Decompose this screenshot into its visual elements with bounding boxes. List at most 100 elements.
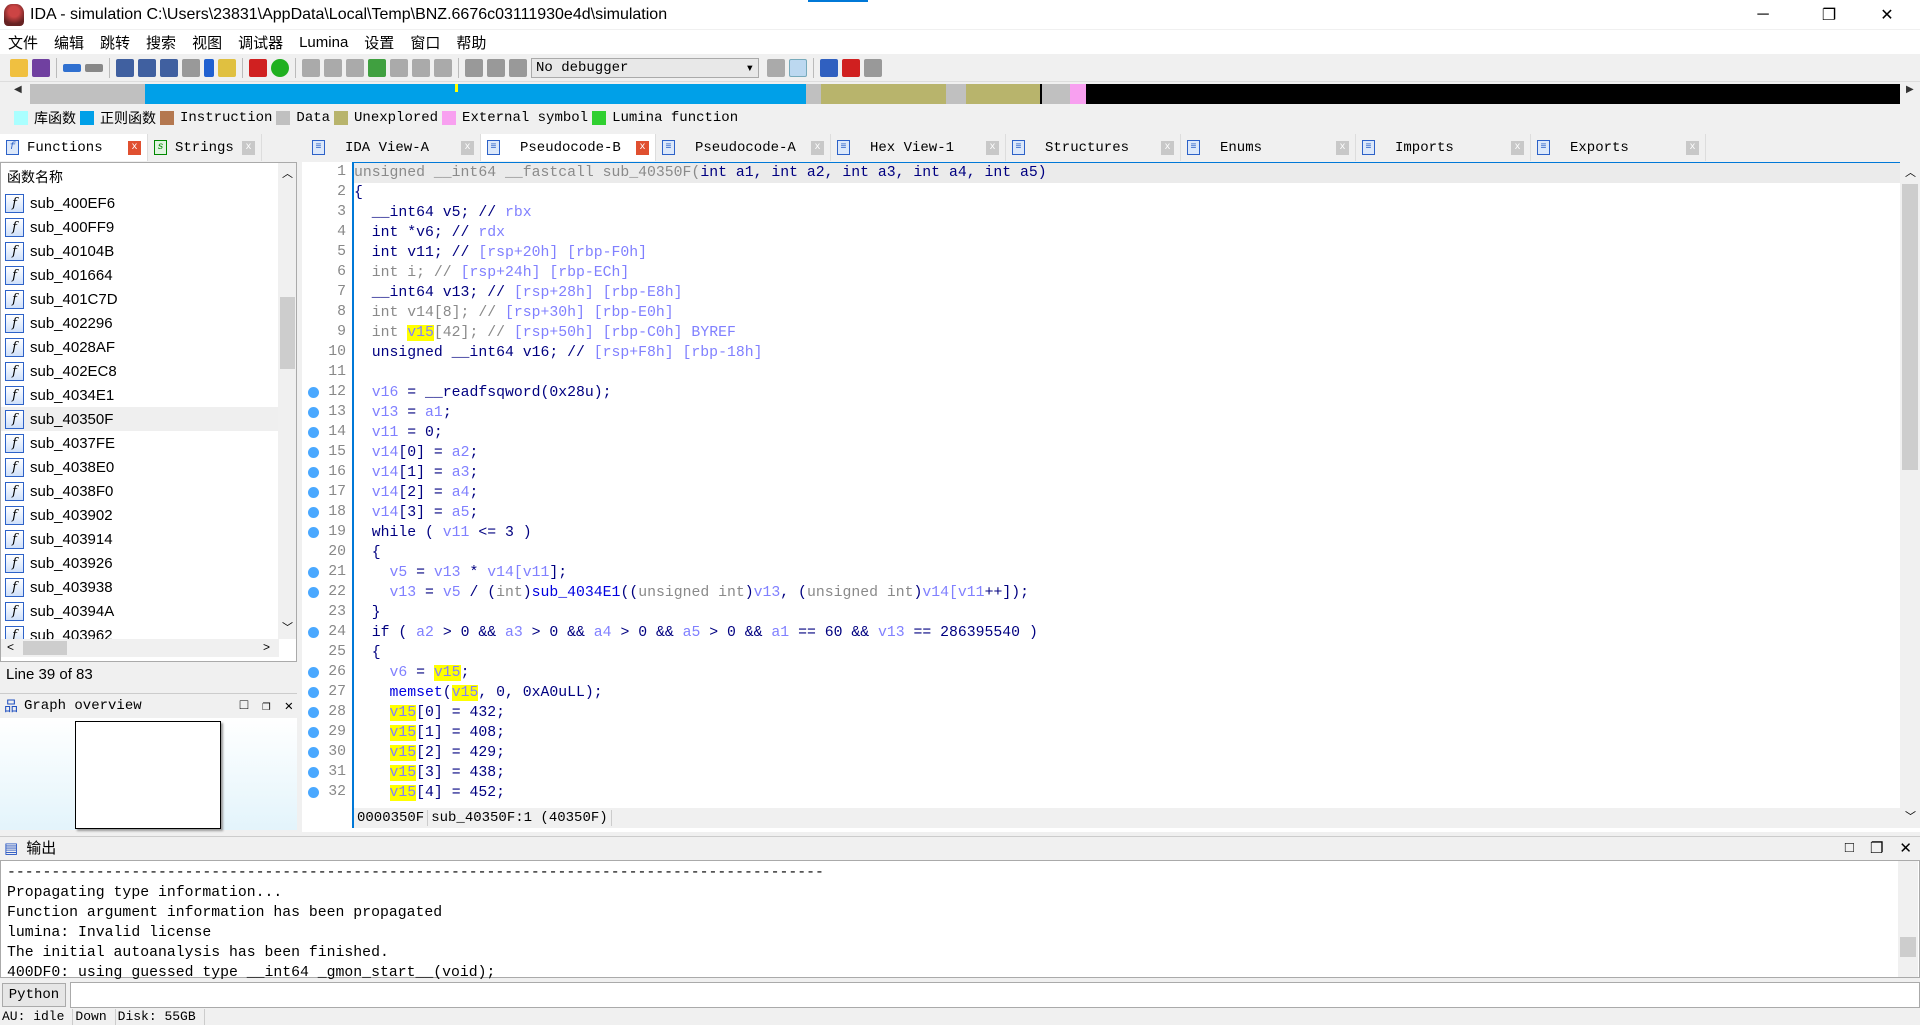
function-list-item[interactable]: f sub_4038E0 — [1, 455, 279, 479]
decompile-icon[interactable] — [789, 59, 807, 77]
code-line[interactable]: v5 = v13 * v14[v11]; — [354, 563, 1900, 583]
breakpoint-dot-icon[interactable] — [308, 687, 319, 698]
close-icon[interactable]: x — [1511, 140, 1524, 155]
functions-horizontal-scrollbar[interactable]: < > — [1, 639, 279, 657]
delete-icon[interactable] — [434, 59, 452, 77]
c-icon[interactable] — [767, 59, 785, 77]
code-line[interactable]: v14[3] = a5; — [354, 503, 1900, 523]
code-icon[interactable] — [302, 59, 320, 77]
function-list-item[interactable]: f sub_4037FE — [1, 431, 279, 455]
code-line[interactable]: __int64 v5; // rbx — [354, 203, 1900, 223]
breakpoint-dot-icon[interactable] — [308, 627, 319, 638]
back-icon[interactable] — [63, 64, 81, 72]
output-window[interactable]: ----------------------------------------… — [0, 860, 1920, 981]
menu-file[interactable]: 文件 — [8, 32, 38, 53]
lock-icon[interactable] — [218, 59, 236, 77]
code-line[interactable]: v15[1] = 408; — [354, 723, 1900, 743]
ascii-icon[interactable] — [346, 59, 364, 77]
code-line[interactable] — [354, 363, 1900, 383]
menu-edit[interactable]: 编辑 — [54, 32, 84, 53]
maximize-icon[interactable]: □ — [1845, 839, 1854, 856]
immediate-search-icon[interactable] — [160, 59, 178, 77]
code-line[interactable]: while ( v11 <= 3 ) — [354, 523, 1900, 543]
text-icon[interactable] — [249, 59, 267, 77]
close-icon[interactable]: x — [242, 140, 255, 155]
close-icon[interactable]: x — [1161, 140, 1174, 155]
menu-jump[interactable]: 跳转 — [100, 32, 130, 53]
function-list-item[interactable]: f sub_402EC8 — [1, 359, 279, 383]
code-line[interactable]: v14[1] = a3; — [354, 463, 1900, 483]
tab-strings[interactable]: s Strings x — [148, 134, 262, 161]
code-line[interactable]: v11 = 0; — [354, 423, 1900, 443]
restore-button[interactable]: ❐ — [1806, 0, 1852, 29]
float-icon[interactable]: ❐ — [1870, 839, 1883, 857]
close-icon[interactable]: x — [986, 140, 999, 155]
float-icon[interactable]: ❐ — [262, 698, 270, 715]
pseudocode-view[interactable]: unsigned __int64 __fastcall sub_40350F(i… — [352, 162, 1900, 812]
tab-ida-view-a[interactable]: ≡ IDA View-A x — [306, 134, 481, 161]
functions-column-header[interactable]: 函数名称 — [1, 163, 296, 191]
function-list-item[interactable]: f sub_4028AF — [1, 335, 279, 359]
function-list-item[interactable]: f sub_40104B — [1, 239, 279, 263]
code-line[interactable]: v13 = a1; — [354, 403, 1900, 423]
scroll-left-icon[interactable]: < — [7, 640, 14, 654]
list-icon[interactable] — [820, 59, 838, 77]
breakpoint-dot-icon[interactable] — [308, 567, 319, 578]
nav-right-arrow-icon[interactable]: ▶ — [1906, 84, 1914, 95]
code-line[interactable]: v16 = __readfsqword(0x28u); — [354, 383, 1900, 403]
scroll-thumb[interactable] — [280, 297, 295, 369]
tab-pseudocode-b[interactable]: ≡ Pseudocode-B x — [481, 134, 656, 161]
scroll-up-icon[interactable]: ︿ — [1905, 164, 1916, 180]
menu-help[interactable]: 帮助 — [456, 32, 486, 53]
breakpoint-dot-icon[interactable] — [308, 487, 319, 498]
data-icon[interactable] — [324, 59, 342, 77]
scroll-right-icon[interactable]: > — [263, 640, 270, 654]
code-line[interactable]: int v14[8]; // [rsp+30h] [rbp-E0h] — [354, 303, 1900, 323]
breakpoint-dot-icon[interactable] — [308, 667, 319, 678]
run-icon[interactable] — [465, 59, 483, 77]
function-list-item[interactable]: f sub_403902 — [1, 503, 279, 527]
code-line[interactable]: v15[2] = 429; — [354, 743, 1900, 763]
function-list-item[interactable]: f sub_400FF9 — [1, 215, 279, 239]
breakpoint-dot-icon[interactable] — [308, 707, 319, 718]
breakpoint-dot-icon[interactable] — [308, 427, 319, 438]
menu-view[interactable]: 视图 — [192, 32, 222, 53]
close-icon[interactable]: x — [1336, 140, 1349, 155]
close-icon[interactable]: ✕ — [285, 698, 293, 715]
code-line[interactable]: v6 = v15; — [354, 663, 1900, 683]
minimize-button[interactable]: ─ — [1740, 0, 1786, 29]
menu-windows[interactable]: 窗口 — [410, 32, 440, 53]
code-line[interactable]: v15[4] = 452; — [354, 783, 1900, 803]
code-line[interactable]: v15[0] = 432; — [354, 703, 1900, 723]
navigation-band[interactable] — [30, 84, 1900, 104]
function-list-item[interactable]: f sub_40394A — [1, 599, 279, 623]
function-list-item[interactable]: f sub_402296 — [1, 311, 279, 335]
python-command-input[interactable] — [70, 981, 1920, 1008]
scroll-down-icon[interactable]: ﹀ — [1905, 808, 1916, 824]
code-line[interactable]: int v15[42]; // [rsp+50h] [rbp-C0h] BYRE… — [354, 323, 1900, 343]
breakpoint-dot-icon[interactable] — [308, 747, 319, 758]
text-search-icon[interactable] — [138, 59, 156, 77]
tab-structures[interactable]: ≡ Structures x — [1006, 134, 1181, 161]
scroll-thumb[interactable] — [23, 641, 67, 655]
pause-icon[interactable] — [487, 59, 505, 77]
breakpoint-dot-icon[interactable] — [308, 387, 319, 398]
pseudocode-vertical-scrollbar[interactable]: ︿ ﹀ — [1900, 162, 1920, 828]
function-list-item[interactable]: f sub_4034E1 — [1, 383, 279, 407]
struct-icon[interactable] — [368, 59, 386, 77]
output-vertical-scrollbar[interactable] — [1898, 861, 1918, 977]
code-line[interactable]: int v11; // [rsp+20h] [rbp-F0h] — [354, 243, 1900, 263]
add-breakpoint-icon[interactable] — [842, 59, 860, 77]
function-list-item[interactable]: f sub_4038F0 — [1, 479, 279, 503]
patch-icon[interactable] — [412, 59, 430, 77]
breakpoint-dot-icon[interactable] — [308, 727, 319, 738]
function-list-item[interactable]: f sub_403938 — [1, 575, 279, 599]
code-line[interactable]: int *v6; // rdx — [354, 223, 1900, 243]
tab-enums[interactable]: ≡ Enums x — [1181, 134, 1356, 161]
undefine-icon[interactable] — [390, 59, 408, 77]
code-line[interactable]: v14[0] = a2; — [354, 443, 1900, 463]
close-icon[interactable]: ✕ — [1899, 839, 1912, 857]
code-line[interactable]: int i; // [rsp+24h] [rbp-ECh] — [354, 263, 1900, 283]
remove-breakpoint-icon[interactable] — [864, 59, 882, 77]
graph-overview-viewport[interactable] — [75, 721, 221, 829]
